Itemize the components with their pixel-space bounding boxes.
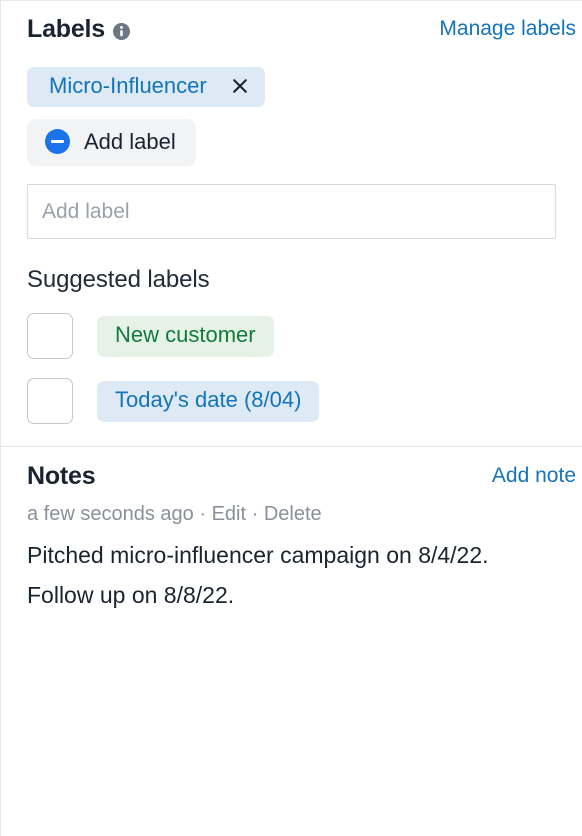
page-title: Labels: [27, 14, 105, 43]
suggested-label-checkbox-todays-date[interactable]: [27, 378, 73, 424]
suggested-label-chip-todays-date[interactable]: Today's date (8/04): [97, 380, 320, 422]
meta-separator: ·: [251, 503, 259, 525]
suggested-labels-list: New customer Today's date (8/04): [1, 313, 582, 424]
applied-labels-list: Micro-Influencer: [1, 67, 582, 107]
manage-labels-link[interactable]: Manage labels: [439, 17, 576, 41]
list-item: Today's date (8/04): [27, 378, 556, 424]
suggested-label-chip-new-customer[interactable]: New customer: [97, 315, 274, 357]
add-label-button-row: Add label: [1, 119, 582, 166]
labels-section: Labels Manage labels Micro-Influencer Ad…: [1, 1, 582, 447]
suggested-labels-title: Suggested labels: [27, 266, 210, 293]
label-chip-text: Micro-Influencer: [49, 73, 207, 98]
note-body-text: Pitched micro-influencer campaign on 8/4…: [27, 542, 489, 608]
info-icon[interactable]: [113, 22, 130, 40]
suggested-label-checkbox-new-customer[interactable]: [27, 313, 73, 359]
list-item: New customer: [27, 313, 556, 359]
add-note-link[interactable]: Add note: [492, 464, 576, 488]
add-label-button-label: Add label: [84, 128, 176, 154]
add-label-input-row: [1, 184, 582, 239]
labels-title-group: Labels: [27, 15, 130, 44]
contact-details-panel: Labels Manage labels Micro-Influencer Ad…: [0, 0, 582, 836]
close-icon[interactable]: [231, 77, 249, 95]
note-timestamp: a few seconds ago: [27, 503, 194, 525]
meta-separator: ·: [199, 503, 207, 525]
note-meta-row: a few seconds ago · Edit · Delete: [1, 503, 582, 526]
notes-title: Notes: [27, 461, 96, 490]
labels-section-header: Labels Manage labels: [1, 1, 582, 57]
add-label-input[interactable]: [27, 184, 556, 239]
minus-circle-icon: [45, 129, 70, 154]
notes-section-header: Notes Add note: [1, 447, 582, 505]
add-label-button[interactable]: Add label: [27, 119, 196, 166]
label-chip[interactable]: Micro-Influencer: [27, 67, 265, 107]
note-edit-link[interactable]: Edit: [212, 503, 246, 525]
note-delete-link[interactable]: Delete: [264, 503, 322, 525]
notes-section: Notes Add note a few seconds ago · Edit …: [1, 447, 582, 615]
